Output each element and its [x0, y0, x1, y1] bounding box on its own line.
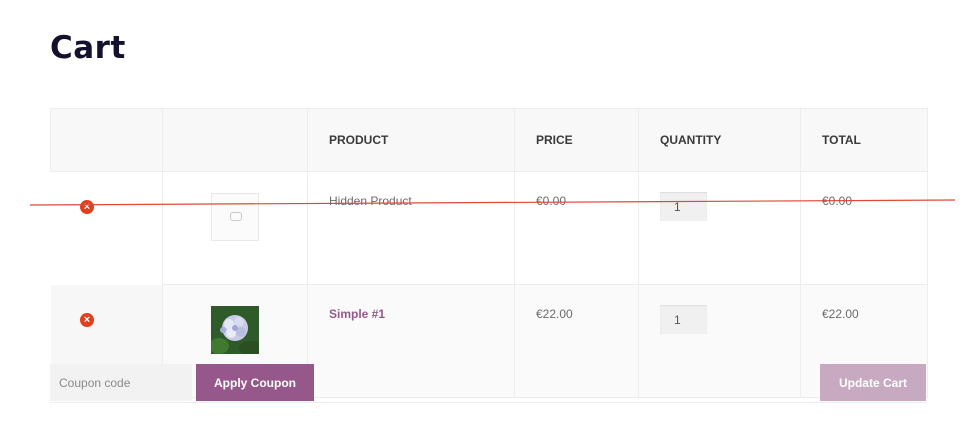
header-quantity: QUANTITY: [638, 108, 801, 172]
cart-actions: Apply Coupon Update Cart: [50, 364, 927, 403]
update-cart-button[interactable]: Update Cart: [820, 364, 926, 401]
header-thumbnail: [162, 108, 308, 172]
cart-table: PRODUCT PRICE QUANTITY TOTAL × Hidden Pr…: [50, 108, 928, 398]
hydrangea-flower-photo[interactable]: [211, 306, 259, 354]
cart-row-hidden-product: × Hidden Product €0.00 €0.00: [50, 171, 928, 285]
coupon-code-input[interactable]: [50, 364, 192, 401]
image-placeholder-icon: [211, 193, 259, 241]
header-total: TOTAL: [800, 108, 928, 172]
apply-coupon-button[interactable]: Apply Coupon: [196, 364, 314, 401]
product-link[interactable]: Simple #1: [329, 307, 385, 321]
header-product: PRODUCT: [307, 108, 515, 172]
quantity-cell: [638, 171, 801, 285]
remove-cell: ×: [50, 171, 163, 285]
quantity-input[interactable]: [660, 192, 707, 221]
quantity-input[interactable]: [660, 305, 707, 334]
product-name: Hidden Product: [307, 171, 515, 285]
thumbnail-cell: [162, 171, 308, 285]
remove-circle-icon[interactable]: ×: [80, 200, 94, 214]
product-price: €0.00: [514, 171, 639, 285]
header-remove: [50, 108, 163, 172]
page-title: Cart: [50, 30, 126, 66]
header-price: PRICE: [514, 108, 639, 172]
table-header-row: PRODUCT PRICE QUANTITY TOTAL: [50, 108, 928, 172]
remove-circle-icon[interactable]: ×: [80, 313, 94, 327]
product-total: €0.00: [800, 171, 928, 285]
